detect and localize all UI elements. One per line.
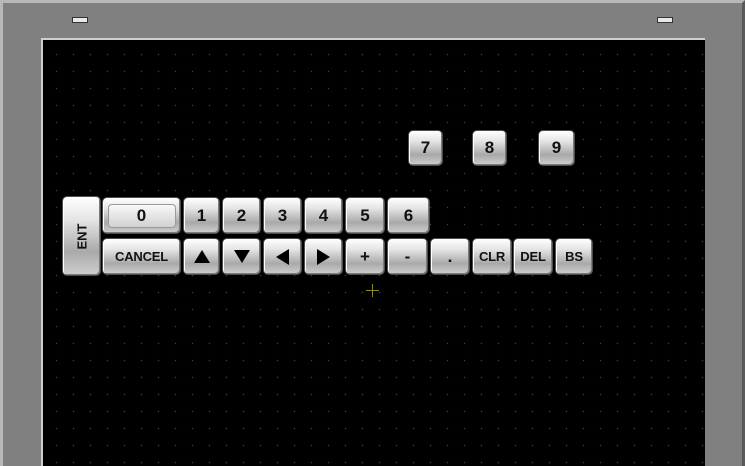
key-3[interactable]: 3 — [263, 197, 302, 234]
plus-button[interactable]: + — [345, 238, 385, 275]
crosshair-cursor-icon — [366, 284, 379, 297]
cancel-label: CANCEL — [115, 249, 168, 264]
arrow-right-icon — [317, 248, 330, 265]
delete-button[interactable]: DEL — [513, 238, 553, 275]
minus-label: - — [404, 246, 411, 266]
key-2-label: 2 — [236, 205, 247, 225]
key-4[interactable]: 4 — [304, 197, 343, 234]
arrow-up-icon — [193, 250, 210, 263]
key-7[interactable]: 7 — [408, 130, 443, 166]
plus-label: + — [360, 246, 370, 266]
key-0[interactable]: 0 — [102, 197, 181, 234]
cancel-button[interactable]: CANCEL — [102, 238, 181, 275]
key-1-label: 1 — [196, 205, 207, 225]
key-8[interactable]: 8 — [472, 130, 507, 166]
arrow-right-button[interactable] — [304, 238, 343, 275]
key-6-label: 6 — [403, 205, 414, 225]
frame-handle-left[interactable] — [72, 17, 88, 23]
key-8-label: 8 — [484, 138, 495, 157]
enter-button[interactable]: ENT — [62, 196, 101, 276]
enter-label: ENT — [74, 223, 89, 249]
arrow-up-button[interactable] — [183, 238, 220, 275]
arrow-left-icon — [276, 248, 289, 265]
key-6[interactable]: 6 — [387, 197, 430, 234]
backspace-label: BS — [565, 249, 583, 264]
arrow-left-button[interactable] — [263, 238, 302, 275]
delete-label: DEL — [520, 249, 546, 264]
decimal-point-button[interactable]: . — [430, 238, 470, 275]
minus-button[interactable]: - — [387, 238, 428, 275]
key-0-label: 0 — [136, 205, 147, 225]
key-1[interactable]: 1 — [183, 197, 220, 234]
decimal-point-label: . — [447, 246, 453, 266]
key-4-label: 4 — [318, 205, 329, 225]
clear-label: CLR — [478, 249, 506, 264]
key-9[interactable]: 9 — [538, 130, 575, 166]
key-5-label: 5 — [360, 205, 370, 225]
arrow-down-icon — [233, 250, 250, 263]
frame-handle-right[interactable] — [657, 17, 673, 23]
key-2[interactable]: 2 — [222, 197, 261, 234]
key-5[interactable]: 5 — [345, 197, 385, 234]
key-7-label: 7 — [420, 138, 431, 157]
arrow-down-button[interactable] — [222, 238, 261, 275]
key-9-label: 9 — [551, 138, 562, 157]
key-3-label: 3 — [277, 205, 288, 225]
clear-button[interactable]: CLR — [472, 238, 512, 275]
backspace-button[interactable]: BS — [555, 238, 593, 275]
